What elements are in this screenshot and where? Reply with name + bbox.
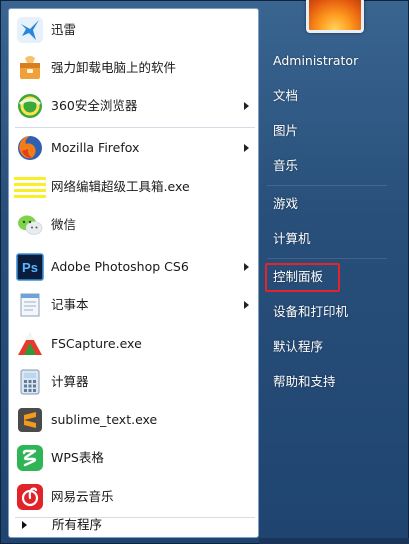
right-item-user[interactable]: Administrator [267, 47, 403, 75]
program-item-xunlei[interactable]: 迅雷 [11, 12, 258, 48]
program-item-netease[interactable]: 网易云音乐 [11, 479, 258, 515]
program-label: 微信 [51, 217, 77, 232]
right-item-computer[interactable]: 计算机 [267, 225, 403, 253]
xunlei-bird-icon [14, 14, 46, 46]
right-arrow-icon [22, 521, 27, 529]
browser-360-icon [14, 90, 46, 122]
separator [15, 127, 255, 128]
program-item-fscapture[interactable]: FSCapture.exe [11, 326, 258, 362]
start-menu: 迅雷 强力卸载电脑上的软件 360安全浏览器 Mozilla Firefox 网… [0, 0, 409, 544]
right-item-help-support[interactable]: 帮助和支持 [267, 368, 403, 396]
program-label: 网络编辑超级工具箱.exe [51, 179, 190, 194]
program-item-webedit[interactable]: 网络编辑超级工具箱.exe [11, 169, 258, 205]
fscapture-icon [14, 328, 46, 360]
right-item-default-programs[interactable]: 默认程序 [267, 333, 403, 361]
program-label: sublime_text.exe [51, 412, 158, 427]
firefox-icon [14, 132, 46, 164]
right-separator [267, 185, 387, 186]
programs-pane: 迅雷 强力卸载电脑上的软件 360安全浏览器 Mozilla Firefox 网… [8, 8, 259, 538]
submenu-arrow-icon [244, 144, 249, 152]
wechat-icon [14, 209, 46, 241]
program-item-notepad[interactable]: 记事本 [11, 287, 258, 323]
program-label: Mozilla Firefox [51, 140, 140, 155]
right-item-pictures[interactable]: 图片 [267, 117, 403, 145]
program-label: 网易云音乐 [51, 489, 114, 504]
photoshop-icon: Ps [14, 251, 46, 283]
program-item-browser360[interactable]: 360安全浏览器 [11, 88, 258, 124]
wps-sheet-icon [14, 442, 46, 474]
user-picture[interactable] [306, 0, 364, 33]
submenu-arrow-icon [244, 301, 249, 309]
program-item-wechat[interactable]: 微信 [11, 207, 258, 243]
right-item-documents[interactable]: 文档 [267, 82, 403, 110]
right-item-games[interactable]: 游戏 [267, 190, 403, 218]
notepad-icon [14, 289, 46, 321]
submenu-arrow-icon [244, 102, 249, 110]
svg-text:Ps: Ps [22, 260, 38, 275]
shutdown-area [259, 538, 409, 544]
program-item-photoshop[interactable]: Ps Adobe Photoshop CS6 [11, 249, 258, 285]
program-label: 强力卸载电脑上的软件 [51, 60, 177, 75]
program-label: FSCapture.exe [51, 336, 142, 351]
calculator-icon [14, 366, 46, 398]
program-item-calculator[interactable]: 计算器 [11, 364, 258, 400]
submenu-arrow-icon [244, 263, 249, 271]
all-programs-button[interactable]: 所有程序 [10, 512, 257, 538]
program-label: 记事本 [51, 297, 89, 312]
program-label: 迅雷 [51, 22, 77, 37]
all-programs-label: 所有程序 [52, 517, 103, 532]
sublime-icon [14, 404, 46, 436]
program-label: 计算器 [51, 374, 89, 389]
control-panel-highlight [265, 263, 340, 292]
program-item-firefox[interactable]: Mozilla Firefox [11, 130, 258, 166]
yellow-lines-icon [14, 171, 46, 203]
netease-music-icon [14, 481, 46, 513]
program-label: 360安全浏览器 [51, 98, 138, 113]
program-item-wps[interactable]: WPS表格 [11, 440, 258, 476]
program-item-sublime[interactable]: sublime_text.exe [11, 402, 258, 438]
right-item-music[interactable]: 音乐 [267, 152, 403, 180]
right-separator [267, 258, 387, 259]
program-item-uninstall[interactable]: 强力卸载电脑上的软件 [11, 50, 258, 86]
program-label: Adobe Photoshop CS6 [51, 259, 189, 274]
program-label: WPS表格 [51, 450, 104, 465]
uninstall-box-icon [14, 52, 46, 84]
right-item-devices-printers[interactable]: 设备和打印机 [267, 298, 403, 326]
